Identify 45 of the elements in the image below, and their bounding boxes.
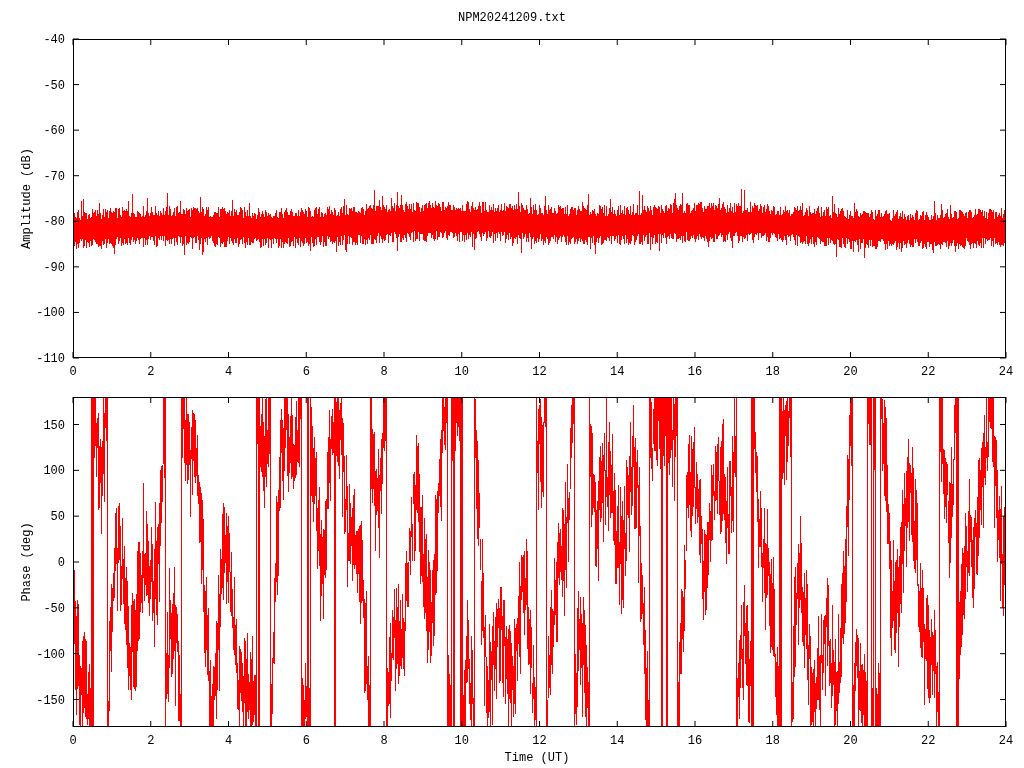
tick-label: -110 (36, 352, 65, 366)
tick-label: 8 (380, 365, 388, 379)
tick-label: 50 (50, 510, 65, 525)
tick-label: 4 (224, 365, 233, 379)
tick-label: 18 (765, 365, 780, 379)
tick-label: 8 (380, 734, 388, 748)
tick-label: 16 (687, 365, 703, 379)
chart-title: NPM20241209.txt (458, 11, 566, 25)
tick-label: 22 (921, 365, 936, 379)
tick-label: 6 (302, 734, 310, 748)
tick-label: -50 (43, 601, 65, 616)
tick-label: -90 (43, 260, 65, 275)
axis-title: Time (UT) (504, 751, 570, 767)
tick-label: 20 (843, 365, 858, 379)
tick-label: 0 (57, 556, 65, 570)
tick-label: -80 (43, 215, 65, 230)
tick-label: 4 (224, 734, 233, 748)
tick-label: 16 (687, 734, 703, 748)
axis-title: Amplitude (dB) (20, 148, 34, 249)
tick-label: 20 (843, 734, 858, 748)
tick-label: -70 (43, 169, 65, 184)
tick-label: 0 (69, 734, 77, 748)
tick-label: -50 (43, 78, 65, 93)
tick-label: 18 (765, 734, 780, 748)
tick-label: -100 (36, 647, 65, 662)
tick-label: 0 (69, 365, 77, 379)
tick-label: 24 (998, 734, 1014, 748)
tick-label: 100 (43, 464, 65, 479)
tick-label: 6 (302, 365, 310, 379)
tick-label: 2 (147, 734, 155, 748)
tick-label: -150 (36, 693, 65, 708)
axis-title: Phase (deg) (20, 522, 34, 602)
tick-label: 24 (998, 365, 1014, 379)
tick-label: 12 (532, 365, 547, 379)
tick-label: -40 (43, 33, 65, 47)
tick-label: 2 (147, 365, 155, 379)
tick-label: 10 (454, 365, 469, 379)
tick-label: 14 (610, 734, 625, 748)
tick-label: -100 (36, 306, 65, 321)
tick-label: 10 (454, 734, 469, 748)
tick-label: 22 (921, 734, 936, 748)
tick-label: 150 (43, 418, 65, 433)
tick-label: 14 (610, 365, 625, 379)
tick-label: 12 (532, 734, 547, 748)
tick-label: -60 (43, 124, 65, 139)
